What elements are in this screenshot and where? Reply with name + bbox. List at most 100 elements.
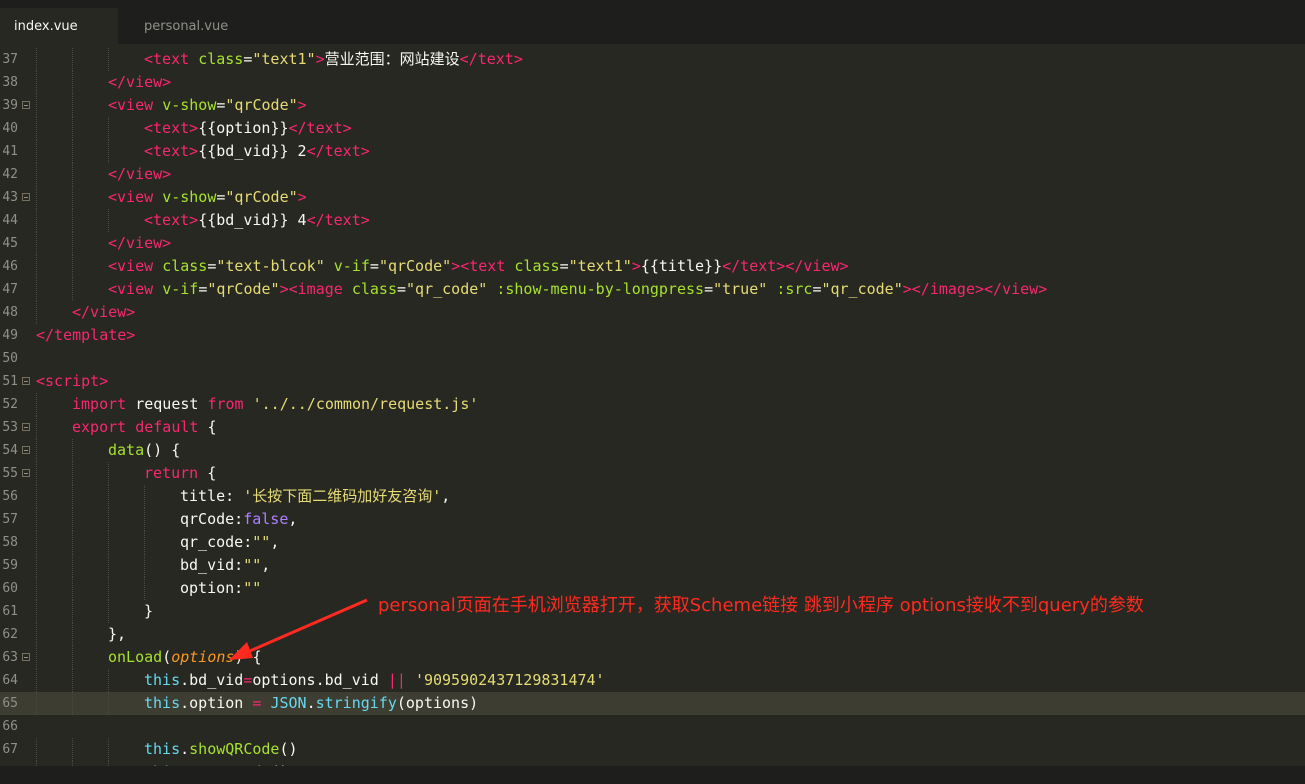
code-token: { [198, 418, 217, 436]
code-token: <view [108, 280, 163, 298]
code-text: <text>{{bd_vid}} 2</text> [144, 140, 370, 163]
line-number: 67 [2, 742, 18, 757]
code-line[interactable]: 42 </view> [0, 163, 1305, 186]
code-line[interactable]: 48 </view> [0, 301, 1305, 324]
fold-toggle-icon[interactable] [22, 101, 30, 109]
code-line[interactable]: 37 <text class="text1">营业范围：网站建设</text> [0, 48, 1305, 71]
code-text: <view v-show="qrCode"> [108, 94, 307, 117]
code-line[interactable]: 49 </template> [0, 324, 1305, 347]
indent-guide [108, 531, 109, 554]
code-line[interactable]: 47 <view v-if="qrCode"><image class="qr_c… [0, 278, 1305, 301]
code-token: v-show [162, 96, 217, 114]
code-line[interactable]: 50 [0, 347, 1305, 370]
code-token: </view> [108, 165, 172, 183]
code-line[interactable]: 43 <view v-show="qrCode"> [0, 186, 1305, 209]
fold-toggle-icon[interactable] [22, 423, 30, 431]
code-token: > [189, 119, 199, 137]
code-text: import request from '../../common/reques… [72, 393, 478, 416]
code-line[interactable]: 45 </view> [0, 232, 1305, 255]
line-number: 39 [2, 98, 18, 113]
code-line[interactable]: 55 return { [0, 462, 1305, 485]
fold-toggle-icon[interactable] [22, 446, 30, 454]
code-token: .bd_vid [180, 671, 244, 689]
indent-guide [144, 485, 145, 508]
code-line[interactable]: 54 data() { [0, 439, 1305, 462]
indent-guide [108, 669, 109, 692]
indent-guide [72, 186, 73, 209]
code-line[interactable]: 58 qr_code:"", [0, 531, 1305, 554]
code-token: '长按下面二维码加好友咨询' [243, 487, 442, 505]
indent-guide [36, 669, 37, 692]
code-token: class [162, 257, 208, 275]
code-token: return [144, 464, 199, 482]
code-line[interactable]: 46 <view class="text-blcok" v-if="qrCode"… [0, 255, 1305, 278]
code-token: data [108, 441, 145, 459]
code-token: bd_vid: [180, 556, 244, 574]
code-line[interactable]: 62}, [0, 623, 1305, 646]
code-token: export [72, 418, 127, 436]
fold-toggle-icon[interactable] [22, 193, 30, 201]
code-token: "text-blcok" [216, 257, 325, 275]
code-line[interactable]: 44 <text>{{bd_vid}} 4</text> [0, 209, 1305, 232]
code-token: "qrCode" [225, 188, 298, 206]
indent-guide [108, 462, 109, 485]
fold-toggle-icon[interactable] [22, 653, 30, 661]
fold-toggle-icon[interactable] [22, 469, 30, 477]
code-line[interactable]: 64 this.bd_vid=options.bd_vid || '9095902… [0, 669, 1305, 692]
code-line[interactable]: 41 <text>{{bd_vid}} 2</text> [0, 140, 1305, 163]
code-line[interactable]: 66 [0, 715, 1305, 738]
indent-guide [72, 623, 73, 646]
indent-guide [72, 94, 73, 117]
line-number: 51 [2, 374, 18, 389]
code-token: > [297, 188, 307, 206]
code-token: "text1" [252, 50, 316, 68]
indent-guide [36, 117, 37, 140]
code-line[interactable]: 51 <script> [0, 370, 1305, 393]
code-text: option:"" [180, 577, 261, 600]
indent-guide [36, 508, 37, 531]
indent-guide [36, 600, 37, 623]
indent-guide [36, 531, 37, 554]
code-text: }, [108, 623, 126, 646]
fold-toggle-icon[interactable] [22, 377, 30, 385]
code-token: </view> [785, 257, 849, 275]
code-text: this.option = JSON.stringify(options) [144, 692, 478, 715]
code-line[interactable]: 67 this.showQRCode() [0, 738, 1305, 761]
annotation-arrow [229, 598, 368, 660]
indent-guide [108, 209, 109, 232]
indent-guide [72, 554, 73, 577]
code-token: "true" [713, 280, 768, 298]
code-token: "" [243, 579, 262, 597]
indent-guide [36, 439, 37, 462]
code-editor[interactable]: 37 <text class="text1">营业范围：网站建设</text> 38… [0, 44, 1305, 766]
code-token: </text> [722, 257, 786, 275]
code-line[interactable]: 38 </view> [0, 71, 1305, 94]
tab-personal-vue[interactable]: personal.vue [130, 8, 260, 44]
code-token: v-show [162, 188, 217, 206]
indent-guide [36, 393, 37, 416]
code-line[interactable]: 57 qrCode:false, [0, 508, 1305, 531]
code-token: {{bd_vid}} 4 [198, 211, 307, 229]
code-token: onLoad [108, 648, 163, 666]
code-line[interactable]: 40 <text>{{option}}</text> [0, 117, 1305, 140]
code-line[interactable]: 56 title: '长按下面二维码加好友咨询', [0, 485, 1305, 508]
line-number: 56 [2, 489, 18, 504]
code-token: > [902, 280, 912, 298]
tab-index-vue[interactable]: index.vue [0, 8, 118, 44]
code-line[interactable]: 65 this.option = JSON.stringify(options) [0, 692, 1305, 715]
indent-guide [72, 48, 73, 71]
code-line[interactable]: 59 bd_vid:"", [0, 554, 1305, 577]
code-line[interactable]: 39 <view v-show="qrCode"> [0, 94, 1305, 117]
code-line[interactable]: 63onLoad(options) { [0, 646, 1305, 669]
code-token: </view> [108, 73, 172, 91]
code-token: <text [144, 142, 190, 160]
code-token: }, [108, 625, 127, 643]
code-line[interactable]: 53 export default { [0, 416, 1305, 439]
code-line[interactable]: 52 import request from '../../common/requ… [0, 393, 1305, 416]
code-text: <view class="text-blcok" v-if="qrCode"><… [108, 255, 849, 278]
code-token: request [126, 395, 208, 413]
code-token: , [270, 533, 280, 551]
code-token: "text1" [568, 257, 632, 275]
